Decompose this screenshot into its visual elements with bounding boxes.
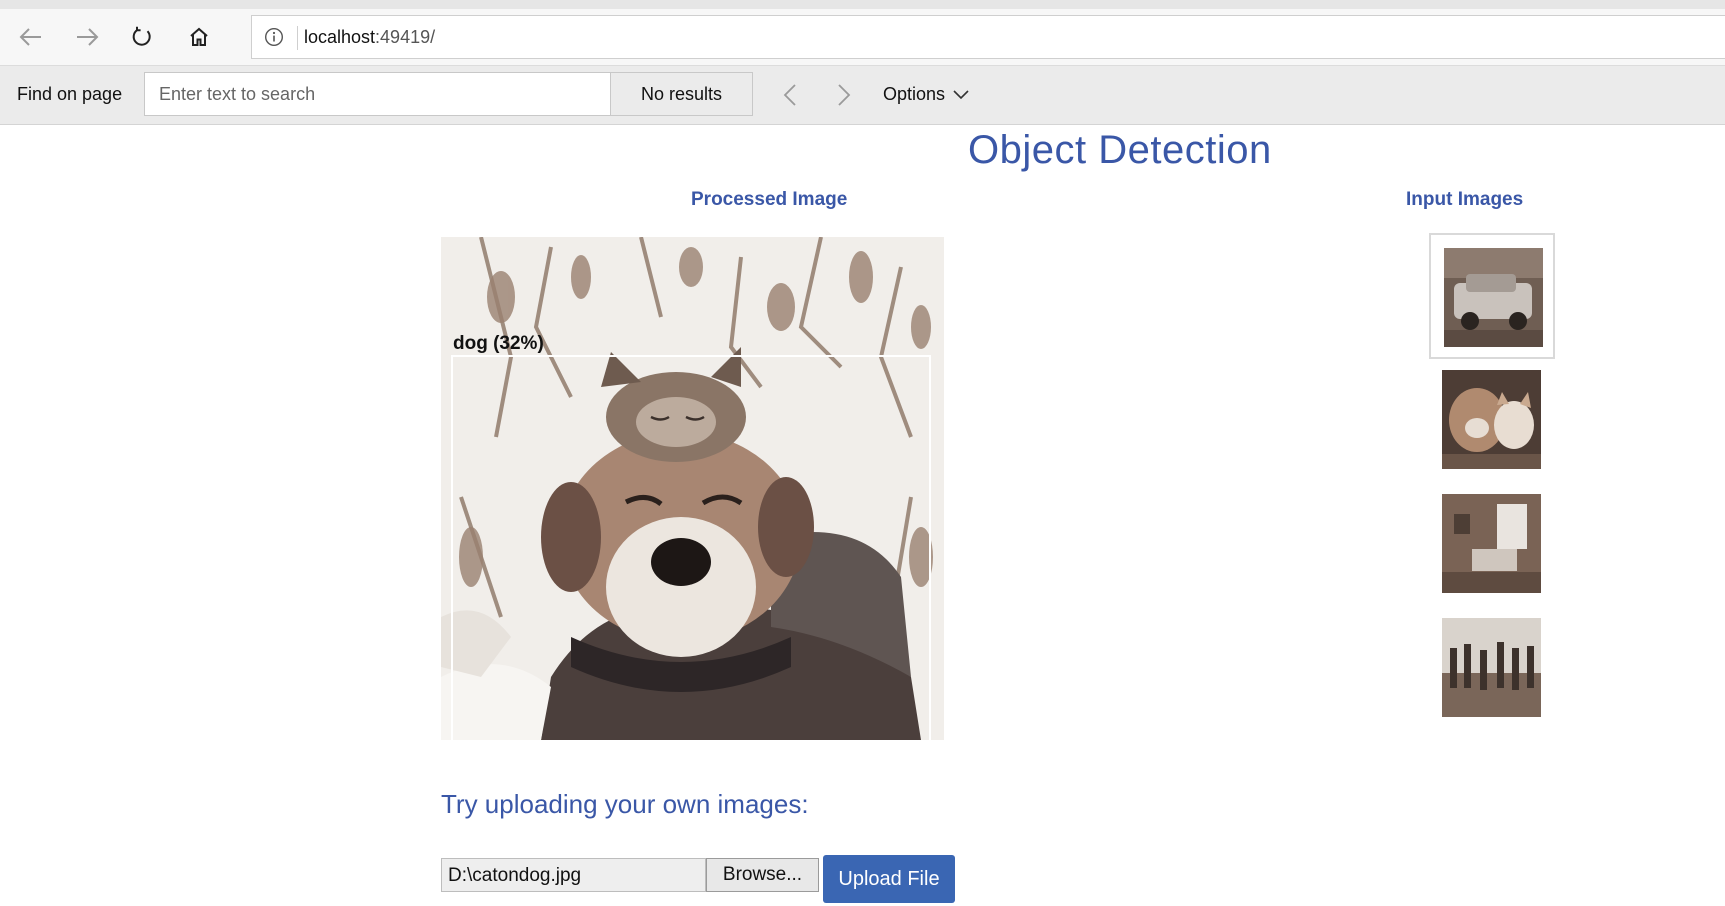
find-next-button[interactable] — [829, 80, 859, 110]
crowd-thumbnail-image — [1442, 618, 1541, 717]
find-bar: Find on page No results Options — [0, 66, 1725, 125]
detection-bounding-box — [451, 355, 931, 740]
detection-label: dog (32%) — [453, 333, 544, 354]
browser-toolbar: localhost:49419/ — [0, 9, 1725, 66]
chevron-right-icon — [838, 84, 851, 106]
input-thumbnail-room[interactable] — [1429, 481, 1555, 607]
page-title: Object Detection — [968, 128, 1272, 172]
forward-button[interactable] — [70, 21, 104, 53]
refresh-icon — [132, 26, 151, 46]
upload-file-button[interactable]: Upload File — [823, 855, 955, 903]
forward-arrow-icon — [77, 28, 99, 46]
address-bar[interactable]: localhost:49419/ — [251, 15, 1725, 59]
find-label: Find on page — [17, 84, 123, 104]
back-button[interactable] — [14, 21, 48, 53]
home-icon — [190, 27, 208, 46]
input-thumbnail-car[interactable] — [1429, 233, 1555, 359]
find-previous-button[interactable] — [775, 80, 805, 110]
url-port: :49419/ — [375, 27, 436, 47]
processed-image-heading: Processed Image — [691, 189, 848, 210]
find-input[interactable] — [144, 72, 611, 116]
input-thumbnail-crowd[interactable] — [1429, 605, 1555, 731]
browse-button[interactable]: Browse... — [706, 858, 819, 892]
url-host: localhost — [304, 27, 376, 47]
find-options-button[interactable]: Options — [883, 84, 969, 105]
find-results: No results — [611, 72, 753, 116]
find-options-label: Options — [883, 84, 946, 104]
file-path-field[interactable]: D:\catondog.jpg — [441, 858, 706, 892]
input-images-heading: Input Images — [1406, 189, 1524, 210]
room-thumbnail-image — [1442, 494, 1541, 593]
input-thumbnail-dog-cat[interactable] — [1429, 357, 1555, 483]
chevron-left-icon — [783, 84, 796, 106]
info-icon[interactable] — [264, 27, 284, 47]
home-button[interactable] — [182, 21, 216, 53]
car-thumbnail-image — [1444, 248, 1543, 347]
address-divider — [297, 26, 298, 50]
processed-image: dog (32%) — [441, 237, 944, 740]
chevron-down-icon — [953, 89, 969, 99]
url-text[interactable]: localhost:49419/ — [304, 27, 435, 48]
dog-cat-thumbnail-image — [1442, 370, 1541, 469]
upload-heading: Try uploading your own images: — [441, 789, 809, 819]
refresh-button[interactable] — [125, 21, 159, 53]
back-arrow-icon — [19, 28, 41, 46]
